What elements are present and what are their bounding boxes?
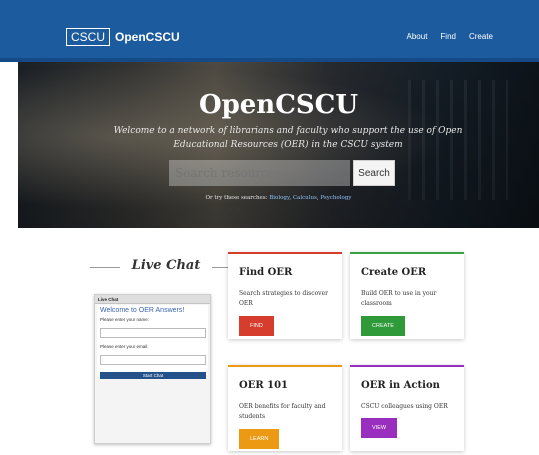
- logo-mark: CSCU: [66, 28, 111, 46]
- find-button[interactable]: FIND: [239, 316, 274, 336]
- card-title: Create OER: [361, 267, 427, 278]
- search-link-psychology[interactable]: Psychology: [320, 195, 351, 201]
- card-description: Search strategies to discover OER: [239, 290, 328, 307]
- start-chat-button[interactable]: Start Chat: [100, 372, 206, 379]
- nav-create-link[interactable]: Create: [469, 32, 493, 41]
- chat-welcome-text: Welcome to OER Answers!: [100, 307, 185, 314]
- card-description: CSCU colleagues using OER: [361, 403, 448, 410]
- search-input[interactable]: [169, 160, 350, 186]
- logo-text: OpenCSCU: [115, 30, 180, 44]
- card-description: Build OER to use in your classroom: [361, 290, 437, 307]
- card-title: OER in Action: [361, 380, 440, 391]
- learn-button[interactable]: LEARN: [239, 429, 280, 449]
- card-create-oer: Create OER Build OER to use in your clas…: [350, 252, 464, 339]
- view-button[interactable]: VIEW: [361, 418, 398, 438]
- live-chat-title: Live Chat: [131, 258, 201, 273]
- card-oer-101: OER 101 OER benefits for faculty and stu…: [228, 365, 342, 451]
- suggested-searches-label: Or try these searches:: [205, 195, 268, 201]
- nav-find-link[interactable]: Find: [440, 32, 456, 41]
- site-logo[interactable]: CSCU OpenCSCU: [66, 28, 180, 46]
- chat-email-label: Please enter your email:: [100, 344, 149, 349]
- card-title: OER 101: [239, 380, 288, 391]
- chat-email-field[interactable]: [100, 354, 206, 365]
- card-find-oer: Find OER Search strategies to discover O…: [228, 252, 342, 339]
- chat-form: Welcome to OER Answers! Please enter you…: [97, 305, 208, 379]
- card-description: OER benefits for faculty and students: [239, 403, 326, 420]
- hero-title: OpenCSCU: [198, 90, 359, 120]
- hero-subtitle: Welcome to a network of librarians and f…: [113, 126, 463, 150]
- live-chat-widget: Live Chat Welcome to OER Answers! Please…: [94, 294, 211, 444]
- chat-name-field[interactable]: [100, 327, 206, 338]
- card-title: Find OER: [239, 267, 293, 278]
- live-chat-heading: Live Chat: [90, 258, 242, 278]
- suggested-searches: Or try these searches: Biology, Calculus…: [205, 195, 352, 201]
- hero-banner: OpenCSCU Welcome to a network of librari…: [18, 62, 539, 228]
- heading-divider-left: [90, 267, 120, 268]
- search-button[interactable]: Search: [353, 160, 395, 186]
- search-link-calculus[interactable]: Calculus: [293, 195, 317, 201]
- site-header: CSCU OpenCSCU About Find Create: [0, 0, 539, 62]
- chat-titlebar: Live Chat: [95, 295, 210, 304]
- chat-name-label: Please enter your name:: [100, 317, 150, 322]
- card-oer-in-action: OER in Action CSCU colleagues using OER …: [350, 365, 464, 451]
- nav-about-link[interactable]: About: [407, 32, 428, 41]
- create-button[interactable]: CREATE: [361, 316, 405, 336]
- search-link-biology[interactable]: Biology: [269, 195, 289, 201]
- main-nav: About Find Create: [407, 32, 493, 41]
